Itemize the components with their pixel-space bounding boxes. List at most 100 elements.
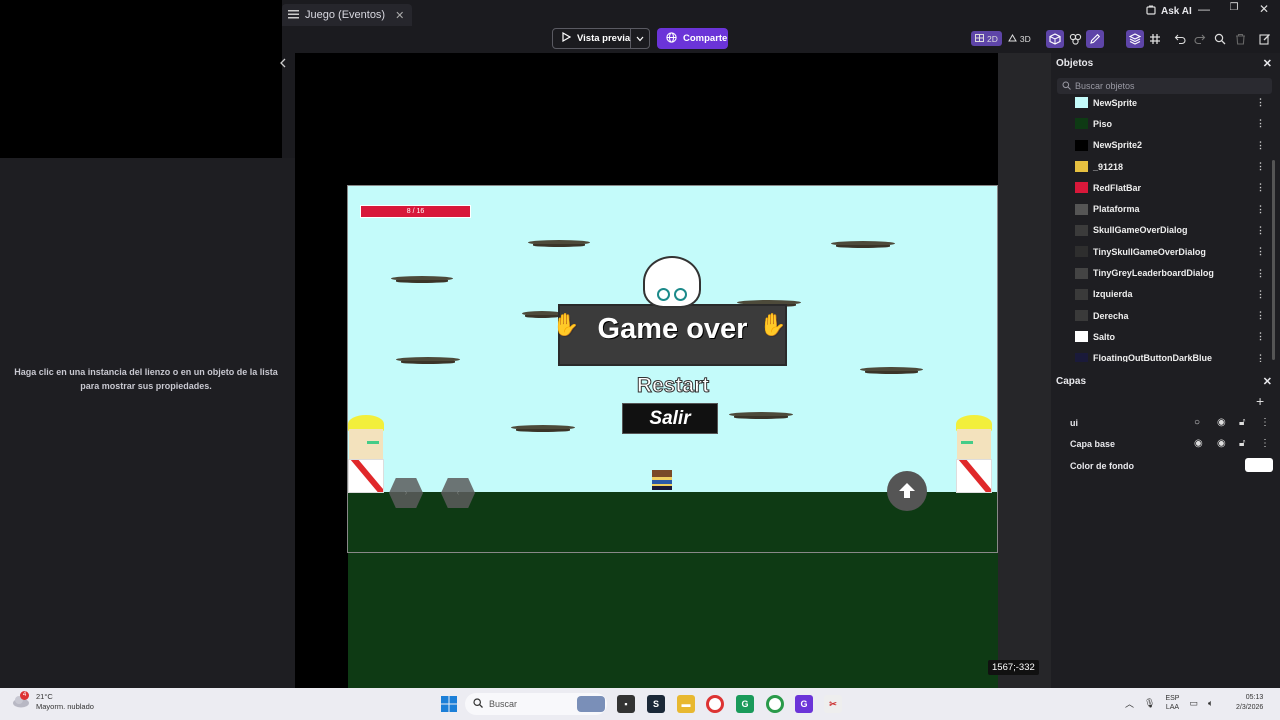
more-vertical-icon[interactable]: ⋮ — [1256, 204, 1265, 215]
layers-icon[interactable] — [1126, 30, 1144, 48]
player-sprite[interactable] — [651, 469, 673, 491]
share-button[interactable]: Comparte — [657, 28, 728, 49]
object-list-item[interactable]: _91218 ⋮ — [1051, 156, 1273, 177]
taskbar-search-input[interactable]: Buscar — [465, 693, 607, 715]
more-vertical-icon[interactable]: ⋮ — [1256, 246, 1265, 257]
more-vertical-icon[interactable]: ⋮ — [1260, 438, 1270, 449]
object-list-item[interactable]: TinyGreyLeaderboardDialog ⋮ — [1051, 262, 1273, 283]
platform[interactable] — [729, 412, 793, 419]
more-vertical-icon[interactable]: ⋮ — [1256, 331, 1265, 342]
tab-juego-eventos[interactable]: Juego (Eventos) ✕ — [282, 4, 413, 26]
trash-icon[interactable] — [1231, 30, 1249, 48]
object-list-item[interactable]: Plataforma ⋮ — [1051, 198, 1273, 219]
object-list-item[interactable]: NewSprite2 ⋮ — [1051, 135, 1273, 156]
file-explorer-icon[interactable]: ▬ — [677, 695, 695, 713]
platform[interactable] — [860, 367, 923, 374]
eye-icon[interactable]: ◉ — [1217, 438, 1226, 449]
zoom-icon[interactable] — [1211, 30, 1229, 48]
lock-open-icon[interactable]: 🔓︎ — [1239, 438, 1245, 449]
platform[interactable] — [396, 357, 460, 364]
eye-icon[interactable]: ◉ — [1217, 417, 1226, 428]
more-vertical-icon[interactable]: ⋮ — [1256, 118, 1265, 129]
more-vertical-icon[interactable]: ⋮ — [1256, 161, 1265, 172]
background-color-swatch[interactable] — [1245, 458, 1273, 472]
object-list-item[interactable]: NewSprite ⋮ — [1051, 92, 1273, 113]
king-character-right[interactable] — [956, 415, 992, 493]
more-vertical-icon[interactable]: ⋮ — [1256, 268, 1265, 279]
more-vertical-icon[interactable]: ⋮ — [1256, 353, 1265, 362]
view-2d-button[interactable]: 2D — [971, 31, 1002, 46]
close-objects-icon[interactable]: ✕ — [1263, 57, 1272, 70]
minimize-button[interactable]: — — [1189, 2, 1219, 22]
restart-button[interactable]: Restart — [618, 374, 728, 398]
game-viewport[interactable]: 8 / 16 ✋ ✋ Game over Restart Salir › ‹ — [347, 185, 998, 553]
more-vertical-icon[interactable]: ⋮ — [1256, 182, 1265, 193]
jump-button[interactable] — [887, 471, 927, 511]
object-cube-icon[interactable] — [1046, 30, 1064, 48]
lock-open-icon[interactable]: 🔓︎ — [1239, 417, 1245, 428]
more-vertical-icon[interactable]: ⋮ — [1256, 310, 1265, 321]
object-list-item[interactable]: RedFlatBar ⋮ — [1051, 177, 1273, 198]
snipping-tool-icon[interactable]: ✂ — [824, 695, 842, 713]
grid-hash-icon[interactable] — [1146, 30, 1164, 48]
preview-button[interactable]: Vista previa — [553, 29, 632, 48]
clock[interactable]: 05:13 2/3/2026 — [1236, 693, 1263, 713]
radio-empty-icon[interactable]: ○ — [1194, 417, 1200, 428]
object-list-item[interactable]: Salto ⋮ — [1051, 326, 1273, 347]
chevron-up-icon[interactable]: ︿ — [1125, 697, 1134, 710]
object-list-item[interactable]: Derecha ⋮ — [1051, 305, 1273, 326]
platform[interactable] — [511, 425, 575, 432]
radio-selected-icon[interactable]: ◉ — [1194, 438, 1203, 449]
right-arrow-button[interactable]: ‹ — [441, 478, 475, 508]
platform[interactable] — [391, 276, 453, 283]
collapse-panel-icon[interactable] — [279, 58, 287, 71]
object-thumbnail-icon — [1075, 288, 1088, 300]
layer-row-ui[interactable]: ui — [1051, 412, 1280, 433]
more-vertical-icon[interactable]: ⋮ — [1256, 140, 1265, 151]
exit-button[interactable]: Salir — [622, 403, 718, 434]
add-layer-button[interactable]: + — [1256, 393, 1264, 409]
weather-widget[interactable]: 4 21°C Mayorm. nublado — [12, 691, 94, 712]
gdevelop-icon[interactable]: G — [795, 695, 813, 713]
edit-note-icon[interactable] — [1256, 30, 1274, 48]
steam-icon[interactable]: S — [647, 695, 665, 713]
platform[interactable] — [831, 241, 895, 248]
chevron-down-icon[interactable] — [631, 34, 649, 44]
object-list-item[interactable]: FloatingOutButtonDarkBlue ⋮ — [1051, 348, 1273, 362]
microphone-icon[interactable]: 🎙︎ — [1144, 698, 1155, 709]
left-arrow-button[interactable]: › — [389, 478, 423, 508]
close-window-button[interactable]: ✕ — [1249, 2, 1279, 22]
king-character-left[interactable] — [348, 415, 384, 493]
object-label: NewSprite2 — [1093, 140, 1143, 151]
language-indicator[interactable]: ESP LAA — [1165, 694, 1179, 712]
speaker-icon[interactable]: 🔈︎ — [1208, 698, 1213, 709]
language-region: LAA — [1165, 704, 1180, 711]
task-view-icon[interactable]: ▪ — [617, 695, 635, 713]
edit-pencil-icon[interactable] — [1086, 30, 1104, 48]
objects-scrollbar[interactable] — [1272, 160, 1275, 360]
tab-close-icon[interactable]: ✕ — [395, 9, 404, 22]
restore-button[interactable]: ❐ — [1219, 2, 1249, 22]
redo-icon[interactable] — [1191, 30, 1209, 48]
object-list-item[interactable]: SkullGameOverDialog ⋮ — [1051, 220, 1273, 241]
chrome-profile-icon[interactable] — [766, 695, 784, 713]
layer-row-capa-base[interactable]: Capa base — [1051, 433, 1280, 454]
undo-icon[interactable] — [1171, 30, 1189, 48]
more-vertical-icon[interactable]: ⋮ — [1256, 225, 1265, 236]
object-list-item[interactable]: Izquierda ⋮ — [1051, 284, 1273, 305]
platform[interactable] — [528, 240, 590, 247]
more-vertical-icon[interactable]: ⋮ — [1260, 417, 1270, 428]
chrome-icon[interactable] — [706, 695, 724, 713]
more-vertical-icon[interactable]: ⋮ — [1256, 97, 1265, 108]
object-groups-icon[interactable] — [1066, 30, 1084, 48]
screen-icon[interactable]: ▭ — [1189, 698, 1198, 709]
object-list-item[interactable]: Piso ⋮ — [1051, 113, 1273, 134]
view-3d-button[interactable]: 3D — [1004, 31, 1035, 46]
object-list-item[interactable]: TinySkullGameOverDialog ⋮ — [1051, 241, 1273, 262]
gdevelop-app-icon[interactable]: G — [736, 695, 754, 713]
more-vertical-icon[interactable]: ⋮ — [1256, 289, 1265, 300]
ask-ai-button[interactable]: Ask AI — [1146, 5, 1192, 18]
object-label: FloatingOutButtonDarkBlue — [1093, 353, 1212, 362]
close-layers-icon[interactable]: ✕ — [1263, 375, 1272, 388]
windows-start-icon[interactable] — [440, 695, 458, 713]
